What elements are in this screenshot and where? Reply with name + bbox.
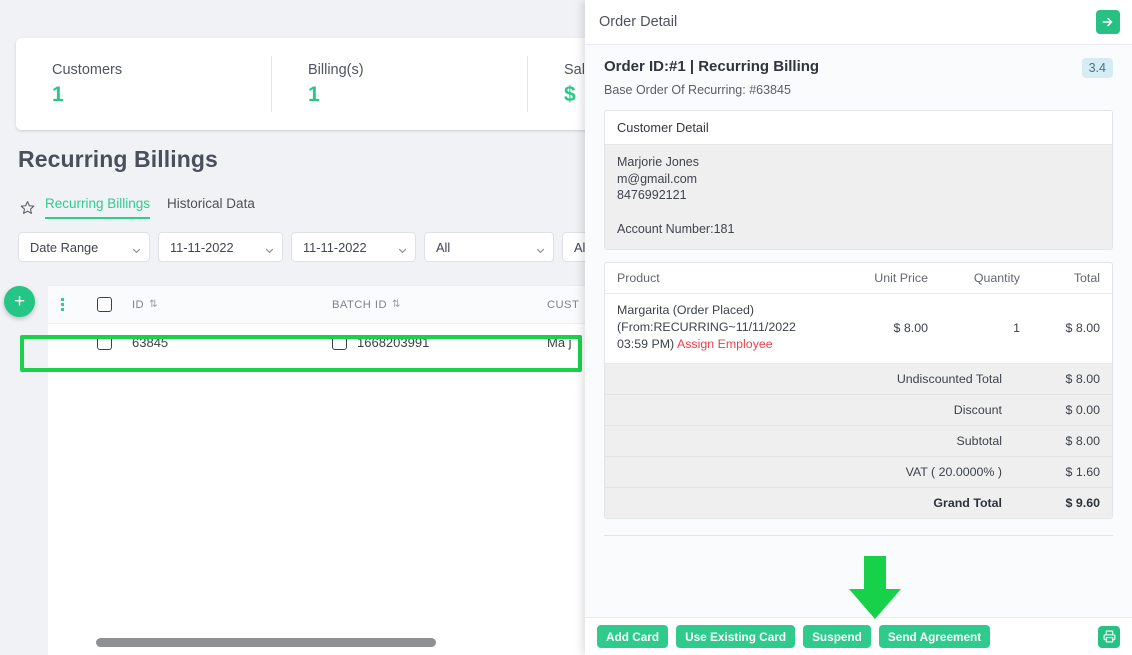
horizontal-scrollbar[interactable] <box>96 638 630 647</box>
order-products-table: Product Unit Price Quantity Total Margar… <box>604 262 1113 519</box>
column-header-id-label: ID <box>132 298 145 311</box>
cell-id: 63845 <box>132 334 169 350</box>
products-col-product: Product <box>617 271 660 285</box>
row-select-checkbox[interactable] <box>76 334 132 350</box>
app-root: Customers 1 Billing(s) 1 Sales $ Recurri… <box>0 0 1132 655</box>
order-detail-footer: Add Card Use Existing Card Suspend Send … <box>585 617 1132 655</box>
order-id-title: Order ID:#1 | Recurring Billing <box>604 58 820 75</box>
column-header-customer-label: CUST <box>547 298 580 311</box>
stat-customers-value: 1 <box>52 83 64 106</box>
products-col-unit-price: Unit Price <box>874 271 928 285</box>
chevron-down-icon <box>132 243 141 253</box>
summary-row-discount: Discount $ 0.00 <box>605 395 1112 426</box>
date-range-value: Date Range <box>30 239 99 255</box>
summary-row-subtotal: Subtotal $ 8.00 <box>605 426 1112 457</box>
use-existing-card-button[interactable]: Use Existing Card <box>676 625 796 648</box>
send-agreement-button[interactable]: Send Agreement <box>878 625 991 648</box>
filter-all-1-select[interactable]: All <box>424 232 554 262</box>
customer-detail-box: Customer Detail Marjorie Jones m@gmail.c… <box>604 110 1113 250</box>
product-name-cell: Margarita (Order Placed) (From:RECURRING… <box>617 302 836 353</box>
cell-batch-id: 1668203991 <box>332 334 547 350</box>
sort-icon[interactable]: ⇅ <box>392 299 401 310</box>
column-header-batch-id[interactable]: BATCH ID ⇅ <box>332 299 547 311</box>
order-detail-panel: Order Detail Order ID:#1 | Recurring Bil… <box>585 0 1132 655</box>
summary-label: Discount <box>953 403 1002 417</box>
start-date-select[interactable]: 11-11-2022 <box>158 232 283 262</box>
chevron-down-icon <box>265 243 274 253</box>
customer-phone: 8476992121 <box>617 188 687 202</box>
date-range-select[interactable]: Date Range <box>18 232 150 262</box>
start-date-value: 11-11-2022 <box>170 239 234 255</box>
customer-account-number: Account Number:181 <box>617 221 735 236</box>
stat-customers: Customers 1 <box>16 56 272 112</box>
section-divider <box>604 535 1113 536</box>
summary-label: Subtotal <box>956 434 1002 448</box>
cell-batch-id-value: 1668203991 <box>357 334 430 350</box>
product-unit-price: $ 8.00 <box>893 320 928 335</box>
tab-recurring-billings[interactable]: Recurring Billings <box>45 196 159 219</box>
product-quantity: 1 <box>1013 320 1020 335</box>
order-detail-header: Order Detail <box>585 0 1132 45</box>
batch-checkbox[interactable] <box>332 334 347 350</box>
summary-row-undiscounted-total: Undiscounted Total $ 8.00 <box>605 364 1112 395</box>
products-col-quantity: Quantity <box>973 271 1020 285</box>
end-date-value: 11-11-2022 <box>303 239 367 255</box>
favorite-star-icon[interactable] <box>18 199 36 217</box>
chevron-down-icon <box>398 243 407 253</box>
add-record-button[interactable]: + <box>4 286 35 317</box>
summary-value: $ 0.00 <box>1065 403 1100 417</box>
summary-label: Grand Total <box>933 496 1002 510</box>
summary-label: Undiscounted Total <box>896 372 1002 386</box>
horizontal-scrollbar-thumb[interactable] <box>96 638 436 647</box>
filter-all-1-value: All <box>436 239 451 255</box>
tab-bar: Recurring Billings Historical Data <box>18 196 264 219</box>
summary-row-vat: VAT ( 20.0000% ) $ 1.60 <box>605 457 1112 488</box>
select-all-checkbox[interactable] <box>76 297 132 312</box>
product-total: $ 8.00 <box>1065 320 1100 335</box>
order-detail-body: Order ID:#1 | Recurring Billing 3.4 Base… <box>585 45 1132 617</box>
stat-billings-label: Billing(s) <box>308 62 364 78</box>
stat-customers-label: Customers <box>52 62 123 78</box>
summary-value: $ 8.00 <box>1065 434 1100 448</box>
page-title: Recurring Billings <box>18 146 218 172</box>
order-heading-row: Order ID:#1 | Recurring Billing 3.4 <box>604 57 1113 78</box>
products-table-header: Product Unit Price Quantity Total <box>605 263 1112 294</box>
arrow-right-icon[interactable] <box>1096 10 1120 34</box>
product-row: Margarita (Order Placed) (From:RECURRING… <box>605 294 1112 364</box>
printer-icon[interactable] <box>1098 625 1120 648</box>
products-col-total: Total <box>1073 271 1100 285</box>
sort-icon[interactable]: ⇅ <box>149 299 158 310</box>
tab-historical-data[interactable]: Historical Data <box>159 196 264 219</box>
summary-value: $ 1.60 <box>1065 465 1100 479</box>
assign-employee-link[interactable]: Assign Employee <box>677 337 773 351</box>
customer-email: m@gmail.com <box>617 171 698 186</box>
suspend-button[interactable]: Suspend <box>803 625 871 648</box>
order-version-badge: 3.4 <box>1081 58 1113 78</box>
summary-value: $ 9.60 <box>1065 496 1100 510</box>
summary-label: VAT ( 20.0000% ) <box>905 465 1002 479</box>
column-header-id[interactable]: ID ⇅ <box>132 299 332 311</box>
summary-row-grand-total: Grand Total $ 9.60 <box>605 488 1112 518</box>
summary-value: $ 8.00 <box>1065 372 1100 386</box>
add-card-button[interactable]: Add Card <box>597 625 669 648</box>
chevron-down-icon <box>536 243 545 253</box>
stat-billings: Billing(s) 1 <box>272 56 528 112</box>
customer-detail-title: Customer Detail <box>605 111 1112 145</box>
stat-billings-value: 1 <box>308 83 320 106</box>
end-date-select[interactable]: 11-11-2022 <box>291 232 416 262</box>
row-actions-menu-icon[interactable] <box>48 298 76 311</box>
base-order-subtitle: Base Order Of Recurring: #63845 <box>604 83 791 97</box>
order-detail-title: Order Detail <box>599 14 678 30</box>
customer-name: Marjorie Jones <box>617 155 699 169</box>
customer-detail-body: Marjorie Jones m@gmail.com 8476992121 Ac… <box>605 145 1112 249</box>
column-header-batch-id-label: BATCH ID <box>332 298 387 311</box>
